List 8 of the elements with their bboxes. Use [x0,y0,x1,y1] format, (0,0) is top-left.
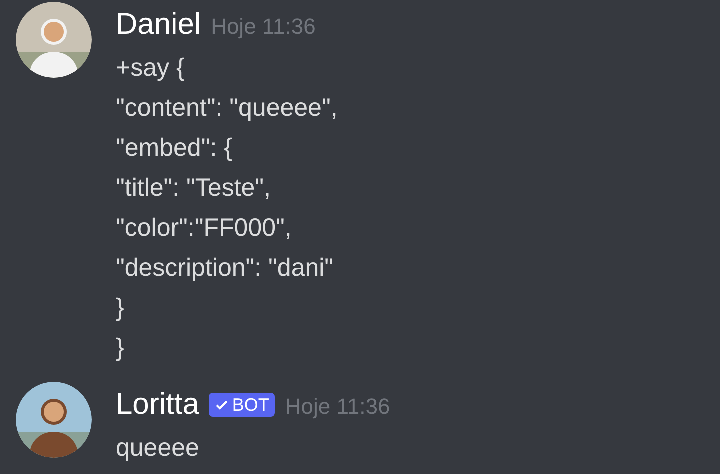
author-name[interactable]: Daniel [116,10,202,40]
timestamp: Hoje 11:36 [211,16,316,38]
message-text: +say { "content": "queeee", "embed": { "title": "Teste", "color":"FF000", "description": "dani" } } [116,53,338,364]
author-name[interactable]: Loritta [116,390,200,420]
timestamp: Hoje 11:36 [285,396,390,418]
message-text: queeee [116,433,200,464]
badge-label: BOT [232,396,270,414]
check-icon [215,398,230,412]
